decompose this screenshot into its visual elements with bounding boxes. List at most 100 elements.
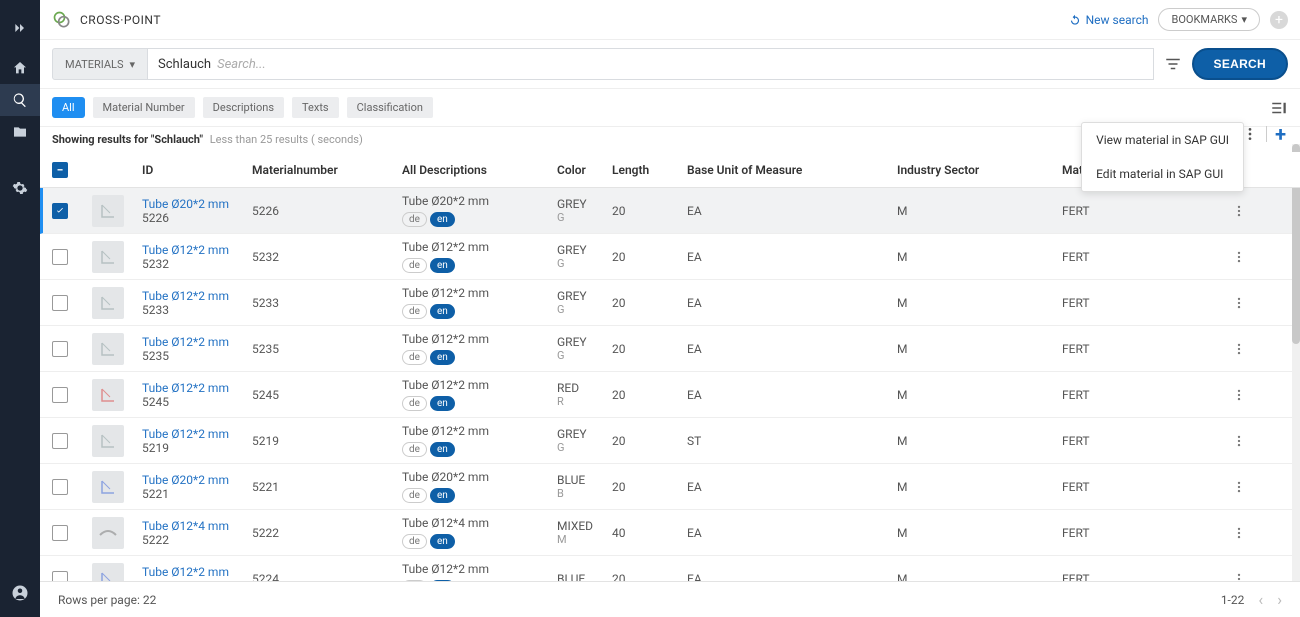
row-actions-button[interactable] [1232,204,1262,218]
row-checkbox[interactable] [52,341,68,357]
col-descriptions[interactable]: All Descriptions [402,163,557,177]
row-title-link[interactable]: Tube Ø20*2 mm [142,473,252,487]
col-id[interactable]: ID [142,163,252,177]
row-title-link[interactable]: Tube Ø12*4 mm [142,519,252,533]
new-search-link[interactable]: New search [1068,13,1149,27]
row-actions-button[interactable] [1232,388,1262,402]
lang-de-pill[interactable]: de [402,258,427,273]
prev-page-button[interactable]: ‹ [1258,590,1263,609]
cell-description: Tube Ø12*2 mm [402,562,557,576]
col-color[interactable]: Color [557,163,612,177]
row-actions-button[interactable] [1232,480,1262,494]
cell-sector: M [897,434,1062,448]
row-checkbox[interactable] [52,433,68,449]
lang-de-pill[interactable]: de [402,580,427,581]
select-all-checkbox[interactable]: − [52,162,68,178]
table-row[interactable]: Tube Ø12*2 mm52325232Tube Ø12*2 mmdeenGR… [40,234,1300,280]
row-checkbox[interactable] [52,525,68,541]
topbar: CROSS·POINT New search BOOKMARKS▾ + [40,0,1300,40]
more-vert-icon[interactable] [1242,126,1258,142]
row-checkbox[interactable] [52,249,68,265]
col-length[interactable]: Length [612,163,687,177]
col-uom[interactable]: Base Unit of Measure [687,163,897,177]
lang-en-pill[interactable]: en [430,488,455,503]
row-title-link[interactable]: Tube Ø12*2 mm [142,427,252,441]
add-button[interactable]: + [1275,122,1286,146]
table-row[interactable]: Tube Ø12*2 mm52245224Tube Ø12*2 mmdeenBL… [40,556,1300,581]
lang-en-pill[interactable]: en [430,580,455,581]
table-row[interactable]: Tube Ø12*2 mm52455245Tube Ø12*2 mmdeenRE… [40,372,1300,418]
row-checkbox[interactable] [52,387,68,403]
search-icon[interactable] [0,84,40,116]
lang-en-pill[interactable]: en [430,212,455,227]
table-row[interactable]: Tube Ø20*2 mm52265226Tube Ø20*2 mmdeenGR… [40,188,1300,234]
row-title-link[interactable]: Tube Ø12*2 mm [142,335,252,349]
col-sector[interactable]: Industry Sector [897,163,1062,177]
lang-de-pill[interactable]: de [402,304,427,319]
col-materialnumber[interactable]: Materialnumber [252,163,402,177]
lang-en-pill[interactable]: en [430,534,455,549]
row-actions-button[interactable] [1232,342,1262,356]
home-icon[interactable] [0,52,40,84]
lang-en-pill[interactable]: en [430,442,455,457]
row-checkbox[interactable] [52,295,68,311]
table-row[interactable]: Tube Ø20*2 mm52215221Tube Ø20*2 mmdeenBL… [40,464,1300,510]
cell-length: 20 [612,204,687,218]
table-row[interactable]: Tube Ø12*2 mm52355235Tube Ø12*2 mmdeenGR… [40,326,1300,372]
row-title-link[interactable]: Tube Ø20*2 mm [142,197,252,211]
lang-de-pill[interactable]: de [402,442,427,457]
cell-materialnumber: 5222 [252,526,402,540]
cell-uom: ST [687,434,897,448]
lang-de-pill[interactable]: de [402,350,427,365]
row-title-link[interactable]: Tube Ø12*2 mm [142,289,252,303]
expand-icon[interactable] [0,12,40,44]
scrollbar[interactable] [1292,144,1300,581]
chip-classification[interactable]: Classification [347,97,433,118]
lang-de-pill[interactable]: de [402,212,427,227]
view-toggle-icon[interactable] [1270,99,1288,117]
row-actions-button[interactable] [1232,526,1262,540]
row-checkbox[interactable] [52,479,68,495]
cell-color-code: G [557,257,612,270]
bookmarks-dropdown[interactable]: BOOKMARKS▾ [1158,8,1260,31]
lang-en-pill[interactable]: en [430,258,455,273]
lang-en-pill[interactable]: en [430,396,455,411]
results-sub: Less than 25 results ( seconds) [210,133,363,146]
menu-edit-sap[interactable]: Edit material in SAP GUI [1082,157,1243,191]
row-checkbox[interactable] [52,203,68,219]
row-title-link[interactable]: Tube Ø12*2 mm [142,243,252,257]
folder-icon[interactable] [0,116,40,148]
table-row[interactable]: Tube Ø12*2 mm52335233Tube Ø12*2 mmdeenGR… [40,280,1300,326]
table-row[interactable]: Tube Ø12*4 mm52225222Tube Ø12*4 mmdeenMI… [40,510,1300,556]
lang-de-pill[interactable]: de [402,534,427,549]
add-bookmark-button[interactable]: + [1270,11,1288,29]
materials-dropdown[interactable]: MATERIALS▾ [52,48,148,80]
next-page-button[interactable]: › [1277,590,1282,609]
cell-color: GREY [557,197,612,211]
chip-material-number[interactable]: Material Number [93,97,195,118]
row-title-link[interactable]: Tube Ø12*2 mm [142,565,252,579]
account-icon[interactable] [0,577,40,609]
row-title-link[interactable]: Tube Ø12*2 mm [142,381,252,395]
row-actions-button[interactable] [1232,572,1262,582]
menu-view-sap[interactable]: View material in SAP GUI [1082,123,1243,157]
lang-de-pill[interactable]: de [402,488,427,503]
row-checkbox[interactable] [52,571,68,582]
lang-de-pill[interactable]: de [402,396,427,411]
thumbnail [92,563,124,582]
row-actions-button[interactable] [1232,434,1262,448]
thumbnail [92,517,124,549]
filter-icon[interactable] [1164,55,1182,73]
row-subtitle: 5224 [142,579,252,582]
search-input[interactable]: Schlauch Search... [148,48,1153,80]
row-actions-button[interactable] [1232,250,1262,264]
lang-en-pill[interactable]: en [430,304,455,319]
row-actions-button[interactable] [1232,296,1262,310]
gear-icon[interactable] [0,172,40,204]
lang-en-pill[interactable]: en [430,350,455,365]
chip-all[interactable]: All [52,97,85,118]
chip-texts[interactable]: Texts [292,97,339,118]
search-button[interactable]: SEARCH [1192,48,1288,80]
chip-descriptions[interactable]: Descriptions [203,97,284,118]
table-row[interactable]: Tube Ø12*2 mm52195219Tube Ø12*2 mmdeenGR… [40,418,1300,464]
